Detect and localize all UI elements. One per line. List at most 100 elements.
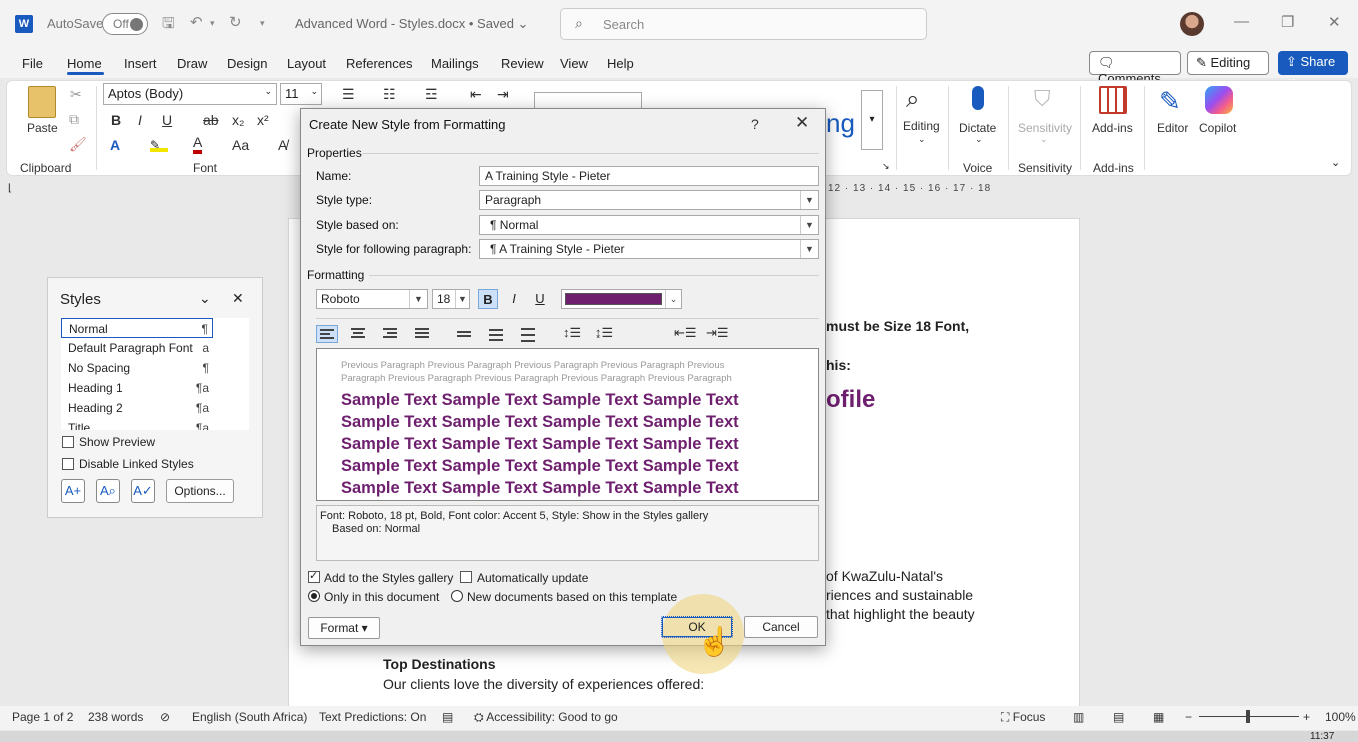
style-item-default-paragraph-font[interactable]: Default Paragraph Font a: [61, 338, 213, 358]
align-right-icon[interactable]: [380, 325, 402, 343]
style-type-select[interactable]: Paragraph ▼: [479, 190, 819, 210]
editing-mode-button[interactable]: ✎ Editing ⌄: [1187, 51, 1269, 86]
numbering-icon[interactable]: ☷: [383, 86, 396, 103]
proofing-icon[interactable]: ⊘: [160, 710, 170, 724]
decrease-indent-icon[interactable]: ⇤☰: [674, 325, 697, 341]
new-documents-radio[interactable]: [451, 590, 463, 602]
italic-icon[interactable]: I: [138, 112, 142, 128]
double-spacing-icon[interactable]: [518, 325, 540, 343]
menu-references[interactable]: References: [346, 56, 412, 71]
autosave-toggle[interactable]: Off: [102, 13, 148, 35]
addins-icon[interactable]: [1099, 86, 1127, 114]
tab-selector-icon[interactable]: ⌊: [8, 183, 12, 194]
menu-insert[interactable]: Insert: [124, 56, 157, 71]
single-spacing-icon[interactable]: [454, 325, 476, 343]
disable-linked-checkbox[interactable]: [62, 458, 74, 470]
bold-icon[interactable]: B: [111, 112, 121, 128]
editing-dropdown-icon[interactable]: ⌄: [918, 134, 926, 145]
editing-label[interactable]: Editing: [903, 119, 940, 133]
following-paragraph-select[interactable]: ¶ A Training Style - Pieter ▼: [479, 239, 819, 259]
new-style-icon[interactable]: A+: [61, 479, 85, 503]
sensitivity-label[interactable]: Sensitivity: [1018, 121, 1072, 135]
paste-label[interactable]: Paste: [27, 121, 58, 135]
format-painter-icon[interactable]: 🖌: [69, 136, 87, 153]
underline-icon[interactable]: U: [162, 112, 172, 128]
document-title[interactable]: Advanced Word - Styles.docx • Saved ⌄: [295, 16, 528, 32]
style-item-title[interactable]: Title ¶a: [61, 418, 213, 430]
copilot-icon[interactable]: [1205, 86, 1233, 114]
decrease-spacing-icon[interactable]: ↨☰: [595, 325, 613, 341]
zoom-level[interactable]: 100%: [1325, 710, 1356, 724]
styles-pane-options-icon[interactable]: ⌄: [199, 290, 211, 307]
format-menu-button[interactable]: Format ▾: [308, 617, 380, 639]
superscript-icon[interactable]: x²: [257, 112, 269, 128]
options-button[interactable]: Options...: [166, 479, 234, 503]
menu-draw[interactable]: Draw: [177, 56, 207, 71]
font-color-select[interactable]: ⌄: [561, 289, 682, 309]
align-center-icon[interactable]: [348, 325, 370, 343]
focus-mode-button[interactable]: ⛶ Focus: [1001, 710, 1045, 725]
close-window-icon[interactable]: ✕: [1328, 13, 1341, 31]
increase-indent-icon[interactable]: ⇥☰: [706, 325, 729, 341]
increase-indent-icon[interactable]: ⇥: [497, 86, 509, 103]
styles-gallery-item-partial[interactable]: ng: [826, 108, 855, 139]
text-effects-icon[interactable]: A: [110, 137, 120, 153]
add-to-gallery-checkbox[interactable]: ✓: [308, 570, 320, 583]
decrease-indent-icon[interactable]: ⇤: [470, 86, 482, 103]
style-item-heading-2[interactable]: Heading 2 ¶a: [61, 398, 213, 418]
menu-view[interactable]: View: [560, 56, 588, 71]
menu-design[interactable]: Design: [227, 56, 267, 71]
read-mode-icon[interactable]: ▥: [1073, 710, 1084, 724]
style-inspector-icon[interactable]: A⌕: [96, 479, 120, 503]
accessibility-status[interactable]: ⛭ Accessibility: Good to go: [474, 710, 618, 725]
share-button[interactable]: ⇪ Share ⌄: [1278, 51, 1348, 85]
web-layout-icon[interactable]: ▦: [1153, 710, 1164, 724]
search-box[interactable]: ⌕ Search: [560, 8, 927, 40]
customize-toolbar-icon[interactable]: ▾: [260, 18, 265, 29]
dictate-dropdown-icon[interactable]: ⌄: [975, 134, 983, 145]
zoom-slider-thumb[interactable]: [1246, 710, 1250, 723]
editor-label[interactable]: Editor: [1157, 121, 1188, 135]
strikethrough-icon[interactable]: ab: [203, 112, 219, 128]
text-predictions[interactable]: Text Predictions: On: [319, 710, 426, 724]
sensitivity-dropdown-icon[interactable]: ⌄: [1040, 134, 1048, 145]
addins-label[interactable]: Add-ins: [1092, 121, 1133, 135]
page-count[interactable]: Page 1 of 2: [12, 710, 73, 724]
bullets-icon[interactable]: ☰: [342, 86, 355, 103]
cancel-button[interactable]: Cancel: [744, 616, 818, 638]
redo-icon[interactable]: ↻: [229, 13, 242, 31]
restore-icon[interactable]: ❐: [1281, 13, 1294, 31]
user-avatar[interactable]: [1180, 12, 1204, 36]
language[interactable]: English (South Africa): [192, 710, 307, 724]
undo-icon[interactable]: ↶: [190, 13, 203, 31]
style-item-no-spacing[interactable]: No Spacing ¶: [61, 358, 213, 378]
paste-icon[interactable]: [28, 86, 56, 118]
styles-gallery-more[interactable]: ▾: [861, 90, 883, 150]
copy-icon[interactable]: ⧉: [69, 111, 79, 128]
manage-styles-icon[interactable]: A✓: [131, 479, 155, 503]
zoom-out-icon[interactable]: −: [1185, 710, 1192, 724]
minimize-icon[interactable]: —: [1234, 13, 1249, 30]
underline-toggle[interactable]: U: [530, 289, 550, 309]
dialog-close-icon[interactable]: ✕: [795, 113, 809, 133]
sensitivity-icon[interactable]: ⛉: [1034, 86, 1051, 112]
highlight-icon[interactable]: ✎: [150, 138, 168, 152]
one-half-spacing-icon[interactable]: [486, 325, 508, 343]
find-icon[interactable]: ⌕: [906, 86, 919, 114]
menu-layout[interactable]: Layout: [287, 56, 326, 71]
comments-button[interactable]: 🗨 Comments: [1089, 51, 1181, 86]
cut-icon[interactable]: ✂: [70, 86, 82, 103]
auto-update-checkbox[interactable]: [460, 571, 472, 583]
menu-home[interactable]: Home: [67, 56, 102, 71]
styles-pane-close-icon[interactable]: ✕: [232, 290, 244, 307]
save-icon[interactable]: 🖫: [162, 13, 175, 38]
dialog-help-button[interactable]: ?: [751, 116, 759, 132]
italic-toggle[interactable]: I: [504, 289, 524, 309]
style-based-on-select[interactable]: ¶ Normal ▼: [479, 215, 819, 235]
zoom-in-icon[interactable]: +: [1303, 710, 1310, 724]
style-item-heading-1[interactable]: Heading 1 ¶a: [61, 378, 213, 398]
size-select[interactable]: 18 ▼: [432, 289, 470, 309]
only-this-document-radio[interactable]: [308, 590, 320, 602]
justify-icon[interactable]: [412, 325, 434, 343]
macro-icon[interactable]: ▤: [442, 710, 453, 724]
